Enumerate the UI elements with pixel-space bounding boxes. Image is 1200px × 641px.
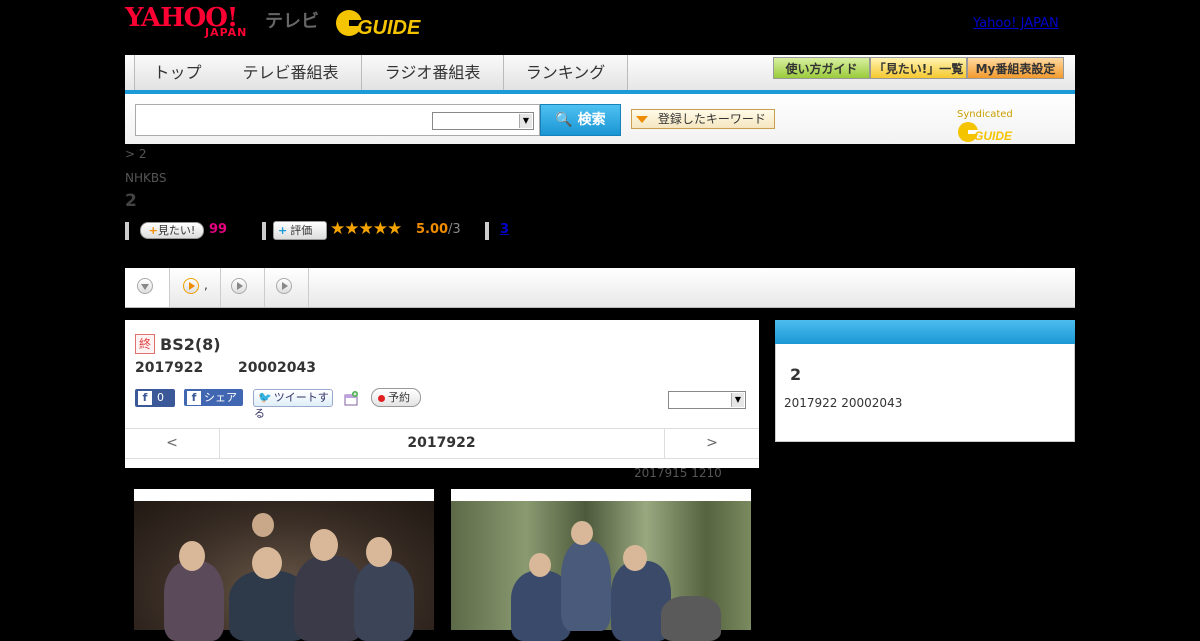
facebook-share-label: シェア	[204, 391, 237, 404]
broadcast-date: 2017922	[135, 360, 204, 376]
tab-second[interactable]: ,	[170, 268, 221, 307]
play-icon	[276, 278, 292, 294]
divider	[125, 222, 129, 240]
search-icon: 🔍	[555, 112, 573, 128]
tab-third[interactable]	[221, 268, 265, 307]
syndicated-gguide-logo-text: GUIDE	[974, 129, 1013, 143]
station-name: NHKBS	[125, 171, 167, 185]
ended-badge: 終	[135, 334, 155, 354]
review-count-link[interactable]: 3	[500, 222, 509, 237]
facebook-icon: f	[187, 391, 201, 405]
plus-icon: +	[278, 224, 288, 237]
dropdown-arrow-icon	[636, 116, 648, 123]
side-panel-date: 2017922 20002043	[784, 396, 903, 410]
search-category-select[interactable]: ▼	[432, 112, 534, 130]
syndicated-gguide-logo: Syndicated GUIDE	[957, 102, 1069, 143]
side-panel-title[interactable]: 2	[790, 365, 801, 384]
add-calendar-icon[interactable]	[343, 390, 359, 406]
tab-detail[interactable]	[125, 268, 170, 307]
program-tabs: ,	[125, 268, 1075, 308]
chevron-down-icon: ▼	[519, 114, 532, 128]
facebook-like-count: 0	[157, 391, 164, 404]
reserve-label: 予約	[388, 391, 410, 404]
my-listing-settings-button[interactable]: My番組表設定	[967, 57, 1064, 79]
nav-tab-radio-listings[interactable]: ラジオ番組表	[362, 55, 504, 90]
program-photo[interactable]	[451, 489, 751, 641]
gguide-logo-text: GUIDE	[357, 17, 421, 39]
tweet-button[interactable]: 🐦 ツイートする	[253, 389, 333, 420]
divider	[485, 222, 489, 240]
chevron-down-icon	[137, 278, 153, 294]
gguide-logo[interactable]: GUIDE	[335, 7, 425, 39]
current-date: 2017922	[407, 435, 476, 451]
global-nav: トップ テレビ番組表 ラジオ番組表 ランキング 使い方ガイド 「見たい!」一覧 …	[125, 55, 1075, 94]
facebook-like-button[interactable]: f0	[135, 389, 175, 407]
rate-label: 評価	[290, 224, 313, 237]
syndicated-label: Syndicated	[957, 109, 1013, 120]
facebook-share-button[interactable]: f シェア	[184, 389, 243, 406]
tv-logo-text: テレビ	[265, 11, 319, 32]
rating-score: 5.00	[416, 222, 449, 237]
nav-tab-top[interactable]: トップ	[134, 55, 221, 90]
mitai-count: 99	[209, 222, 228, 237]
yahoo-japan-sublogo: JAPAN	[205, 26, 248, 39]
search-button-label: 検索	[577, 112, 606, 128]
mitai-label: 見たい!	[157, 224, 196, 237]
search-button[interactable]: 🔍 検索	[540, 104, 621, 136]
date-navigation: < 2017922 >	[125, 428, 759, 459]
divider	[262, 222, 266, 240]
facebook-icon: f	[138, 391, 152, 405]
play-icon	[183, 278, 199, 294]
channel-name: BS2(8)	[160, 335, 221, 354]
program-photo-image	[134, 501, 434, 641]
program-select[interactable]: ▼	[668, 391, 746, 409]
tab-second-label: ,	[204, 278, 208, 292]
rating-max: /3	[448, 222, 461, 237]
rating-stars: ★★★★★	[330, 219, 402, 239]
mitai-list-button[interactable]: 「見たい!」一覧	[870, 57, 967, 79]
updated-timestamp: 2017915 1210	[634, 466, 722, 480]
page-title: 2	[125, 191, 137, 211]
twitter-bird-icon: 🐦	[258, 391, 272, 404]
rate-button[interactable]: + 評価	[273, 221, 327, 240]
yahoo-japan-link[interactable]: Yahoo! JAPAN	[973, 16, 1059, 31]
next-date-button[interactable]: >	[664, 429, 759, 458]
saved-keywords-label: 登録したキーワード	[657, 112, 766, 126]
tab-fourth[interactable]	[265, 268, 309, 307]
nav-tab-tv-listings[interactable]: テレビ番組表	[220, 55, 362, 90]
saved-keywords-button[interactable]: 登録したキーワード	[631, 109, 775, 129]
plus-icon: +	[148, 224, 158, 237]
prev-date-button[interactable]: <	[125, 429, 220, 458]
chevron-down-icon: ▼	[731, 393, 744, 407]
reserve-button[interactable]: 予約	[371, 388, 421, 407]
record-icon	[378, 394, 385, 402]
breadcrumb[interactable]: > 2	[125, 147, 147, 161]
broadcast-time: 20002043	[238, 360, 316, 376]
nav-tab-ranking[interactable]: ランキング	[504, 55, 628, 90]
usage-guide-button[interactable]: 使い方ガイド	[773, 57, 870, 79]
program-photo-image	[451, 501, 751, 641]
side-panel-header	[775, 320, 1075, 344]
program-photo[interactable]	[134, 489, 434, 641]
play-icon	[231, 278, 247, 294]
mitai-button[interactable]: +見たい!	[140, 222, 204, 239]
